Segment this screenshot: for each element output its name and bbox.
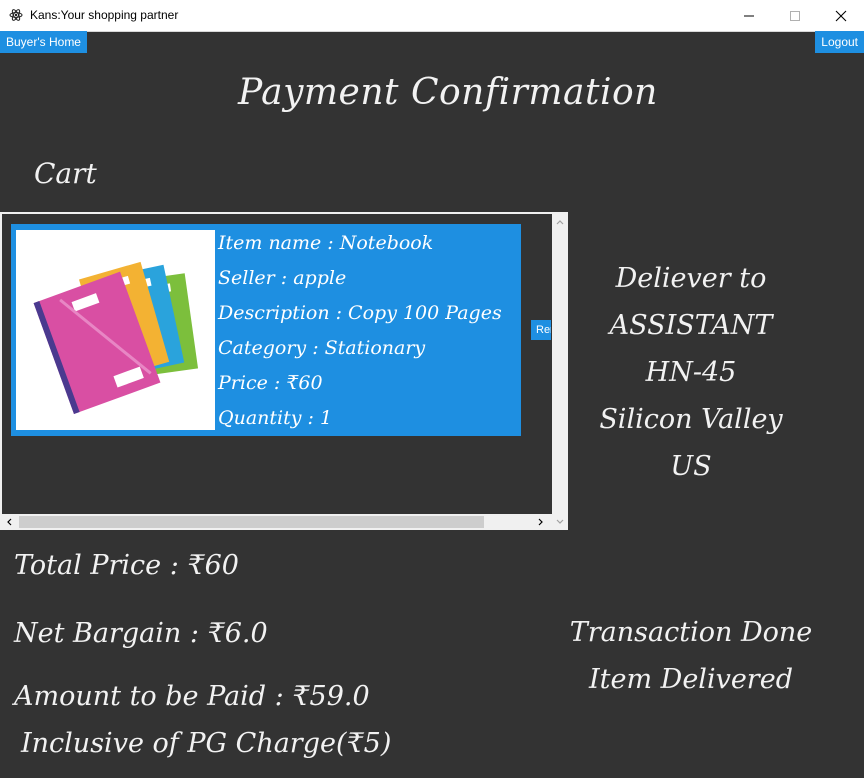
pg-charge-note: Inclusive of PG Charge(₹5) [21, 728, 392, 759]
scroll-up-icon[interactable] [556, 219, 564, 225]
close-icon [835, 10, 847, 22]
logout-button[interactable]: Logout [815, 31, 864, 53]
delivery-house: HN-45 [645, 357, 737, 388]
scroll-left-icon[interactable] [6, 518, 12, 526]
minimize-button[interactable] [726, 0, 772, 31]
horizontal-scroll-thumb[interactable] [19, 516, 484, 528]
atom-app-icon [9, 9, 23, 21]
net-bargain: Net Bargain : ₹6.0 [14, 618, 268, 649]
item-price: Price : ₹60 [218, 372, 323, 394]
item-delivered-text: Item Delivered [589, 664, 793, 695]
close-button[interactable] [818, 0, 864, 31]
scroll-down-icon[interactable] [556, 519, 564, 525]
buyers-home-button[interactable]: Buyer's Home [0, 31, 87, 53]
scrollbar-corner [552, 514, 566, 528]
total-price: Total Price : ₹60 [14, 550, 239, 581]
horizontal-scrollbar[interactable] [2, 514, 552, 528]
delivery-city: Silicon Valley [599, 404, 783, 435]
item-description: Description : Copy 100 Pages [218, 302, 502, 324]
page-title: Payment Confirmation [238, 72, 658, 113]
remove-item-button[interactable]: Remove [531, 320, 551, 340]
window-titlebar: Kans:Your shopping partner [0, 0, 864, 32]
item-category: Category : Stationary [218, 337, 426, 359]
maximize-icon [790, 11, 800, 21]
amount-to-pay: Amount to be Paid : ₹59.0 [14, 681, 370, 712]
scroll-right-icon[interactable] [538, 518, 544, 526]
transaction-status: Transaction Done Item Delivered [566, 612, 816, 706]
notebooks-image [16, 230, 215, 430]
cart-panel: Item name : Notebook Seller : apple Desc… [0, 212, 568, 530]
cart-item-card: Item name : Notebook Seller : apple Desc… [11, 224, 521, 436]
delivery-address: Deliever to ASSISTANT HN-45 Silicon Vall… [566, 258, 816, 493]
transaction-done-text: Transaction Done [569, 617, 813, 648]
cart-heading: Cart [34, 157, 97, 190]
notebooks-illustration [16, 230, 215, 430]
item-details: Item name : Notebook Seller : apple Desc… [218, 226, 502, 436]
delivery-name: ASSISTANT [609, 310, 773, 341]
maximize-button[interactable] [772, 0, 818, 31]
delivery-country: US [670, 451, 712, 482]
item-seller: Seller : apple [218, 267, 347, 289]
window-title: Kans:Your shopping partner [30, 8, 179, 22]
item-quantity: Quantity : 1 [218, 407, 333, 429]
minimize-icon [744, 15, 754, 17]
item-name: Item name : Notebook [218, 232, 434, 254]
delivery-heading: Deliever to [615, 263, 767, 294]
